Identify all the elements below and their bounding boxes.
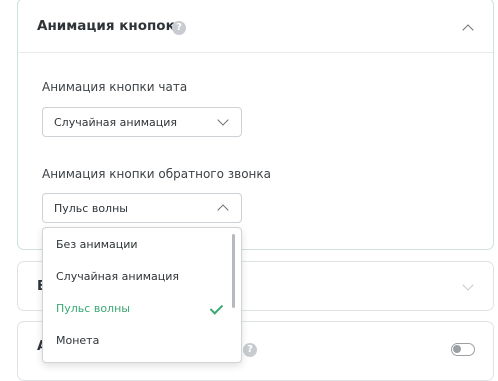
dropdown-option[interactable]: Случайная анимация [43, 260, 231, 292]
callback-button-animation-select[interactable]: Пульс волны [42, 193, 242, 223]
chevron-down-icon [217, 114, 229, 126]
dropdown-option[interactable]: Монета [43, 324, 231, 356]
dropdown-option-label: Без анимации [56, 238, 138, 251]
chevron-up-icon [217, 204, 229, 216]
dropdown-option-selected[interactable]: Пульс волны [43, 292, 231, 324]
help-icon[interactable]: ? [243, 343, 257, 357]
toggle-knob [453, 345, 461, 353]
chat-button-animation-value: Случайная анимация [54, 116, 178, 129]
feature-toggle[interactable] [451, 343, 475, 356]
dropdown-option-label: Случайная анимация [56, 270, 180, 283]
dropdown-option-label: Пульс волны [56, 302, 130, 315]
chevron-up-icon[interactable] [462, 24, 474, 36]
dropdown-option[interactable]: Без анимации [43, 228, 231, 260]
dropdown-option-label: Монета [56, 334, 100, 347]
chat-button-animation-select[interactable]: Случайная анимация [42, 107, 242, 137]
button-animation-panel-header[interactable]: Анимация кнопок ? [18, 0, 493, 53]
panel-title: Анимация кнопок [37, 18, 175, 34]
dropdown-scrollbar[interactable] [232, 234, 235, 308]
chevron-down-icon[interactable] [462, 279, 474, 291]
button-animation-panel: Анимация кнопок ? Анимация кнопки чата С… [17, 0, 494, 250]
callback-button-animation-label: Анимация кнопки обратного звонка [42, 167, 271, 181]
chat-button-animation-label: Анимация кнопки чата [42, 80, 188, 94]
callback-animation-dropdown: Без анимации Случайная анимация Пульс во… [42, 227, 242, 363]
callback-button-animation-value: Пульс волны [54, 202, 128, 215]
checkmark-icon [209, 301, 224, 315]
help-icon[interactable]: ? [172, 21, 186, 35]
